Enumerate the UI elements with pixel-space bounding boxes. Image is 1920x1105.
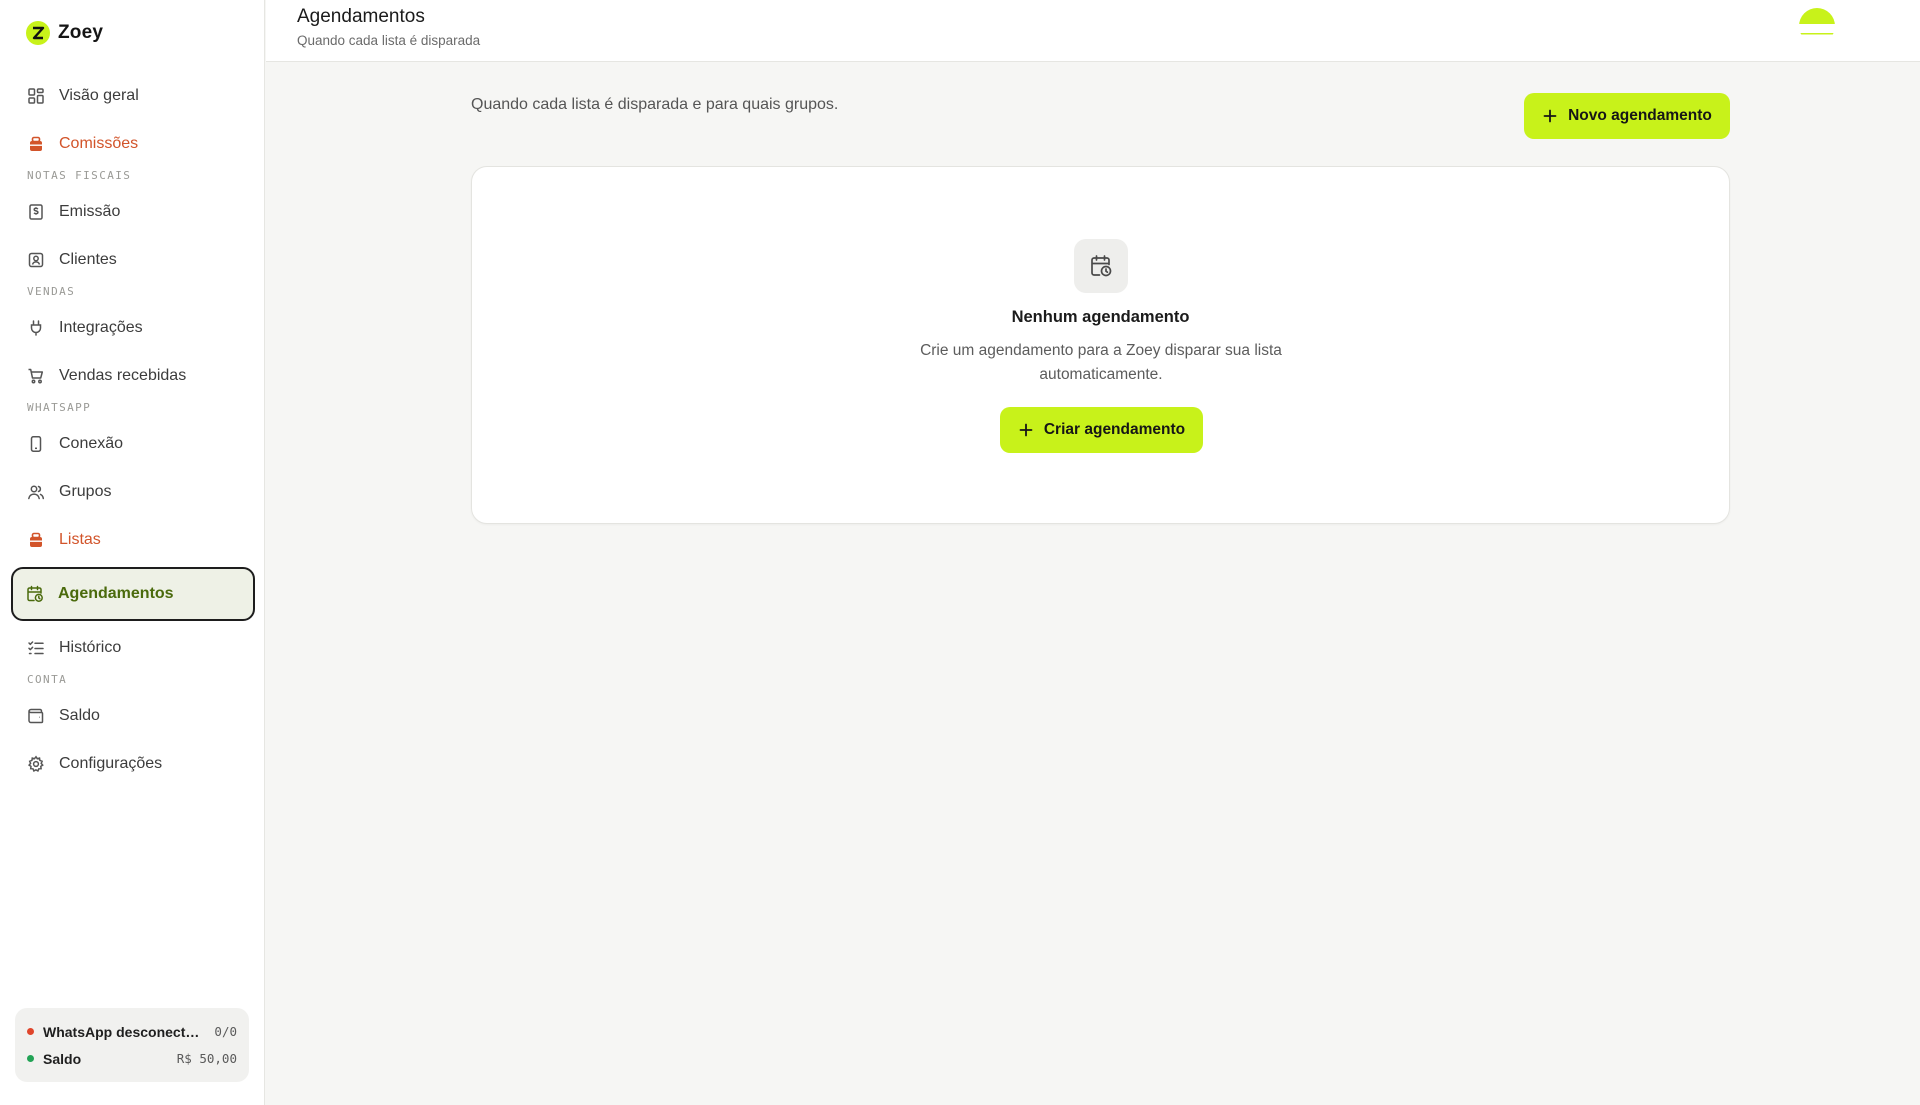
avatar[interactable] [1799,8,1835,44]
sidebar-item-comissoes[interactable]: Comissões [12,120,254,168]
sidebar-nav: Visão geral Comissões NOTAS FISCAIS Emis… [11,72,255,788]
receipt-icon [29,204,43,220]
sidebar-item-label: Agendamentos [58,585,174,602]
status-dot-green [27,1055,34,1062]
create-schedule-button[interactable]: Criar agendamento [1000,407,1203,453]
sidebar-item-saldo[interactable]: Saldo [12,692,254,740]
new-schedule-button[interactable]: Novo agendamento [1524,93,1730,139]
whatsapp-status-value: 0/0 [214,1024,237,1039]
nav-section-notas-fiscais: NOTAS FISCAIS [27,168,132,182]
empty-state-card: Nenhum agendamento Crie um agendamento p… [471,166,1730,524]
gift-icon [30,136,42,151]
sidebar-item-label: Histórico [59,639,122,656]
status-row-saldo[interactable]: Saldo R$ 50,00 [27,1045,237,1072]
sidebar-item-label: Conexão [59,435,124,452]
plus-icon [1543,109,1557,123]
sidebar-item-agendamentos[interactable]: Agendamentos [11,567,255,621]
grid-icon [28,88,44,104]
sidebar-item-label: Listas [59,531,101,548]
page-subtitle: Quando cada lista é disparada [297,33,481,48]
saldo-status-label: Saldo [43,1050,82,1067]
sidebar-item-label: Clientes [59,251,117,268]
sidebar-item-label: Vendas recebidas [59,367,187,384]
sidebar-item-label: Emissão [59,203,121,220]
calendar-clock-icon [27,585,43,602]
brand[interactable]: Zoey [26,20,103,46]
empty-state-text: Crie um agendamento para a Zoey disparar… [920,342,1282,383]
list-check-icon [28,641,44,655]
sidebar-item-configuracoes[interactable]: Configurações [12,740,254,788]
new-schedule-label: Novo agendamento [1568,107,1712,124]
create-schedule-label: Criar agendamento [1043,421,1186,438]
wallet-icon [28,708,44,724]
phone-icon [30,436,42,452]
empty-state-title: Nenhum agendamento [1011,308,1190,326]
sidebar-item-visao-geral[interactable]: Visão geral [12,72,254,120]
status-row-whatsapp[interactable]: WhatsApp desconectado 0/0 [27,1018,237,1045]
sidebar-item-listas[interactable]: Listas [12,516,254,564]
gear-icon [27,755,44,772]
nav-section-vendas: VENDAS [27,284,76,298]
sidebar-item-grupos[interactable]: Grupos [12,468,254,516]
whatsapp-status-label: WhatsApp desconectado [43,1023,201,1040]
brand-name: Zoey [58,22,104,43]
sidebar-item-label: Grupos [59,483,112,500]
sidebar-item-clientes[interactable]: Clientes [12,236,254,284]
sidebar-item-label: Integrações [59,319,143,336]
saldo-status-value: R$ 50,00 [176,1051,237,1066]
topbar: Agendamentos Quando cada lista é dispara… [266,0,1920,62]
page-description: Quando cada lista é disparada e para qua… [471,96,839,113]
users-icon [28,485,45,500]
sidebar-item-label: Comissões [59,135,139,152]
plug-icon [30,320,42,336]
calendar-clock-icon [1091,255,1112,277]
status-dot-red [27,1028,34,1035]
sidebar-item-conexao[interactable]: Conexão [12,420,254,468]
cart-icon [28,368,44,384]
sidebar-item-label: Visão geral [59,87,139,104]
status-card: WhatsApp desconectado 0/0 Saldo R$ 50,00 [15,1008,249,1082]
sidebar-item-historico[interactable]: Histórico [12,624,254,672]
sidebar-item-emissao[interactable]: Emissão [12,188,254,236]
page-title: Agendamentos [297,6,425,27]
sidebar: Zoey Visão geral Comissões NOTAS FISCAIS… [0,0,265,1105]
sidebar-item-label: Saldo [59,707,100,724]
plus-icon [1019,423,1033,437]
nav-section-conta: CONTA [27,672,68,686]
sidebar-item-label: Configurações [59,755,163,772]
zoey-logo-icon [26,21,50,45]
contact-icon [28,252,44,268]
sidebar-item-integracoes[interactable]: Integrações [12,304,254,352]
empty-state-icon [1074,239,1128,293]
gift-icon [30,532,42,547]
sidebar-item-vendas-recebidas[interactable]: Vendas recebidas [12,352,254,400]
nav-section-whatsapp: WHATSAPP [27,400,92,414]
